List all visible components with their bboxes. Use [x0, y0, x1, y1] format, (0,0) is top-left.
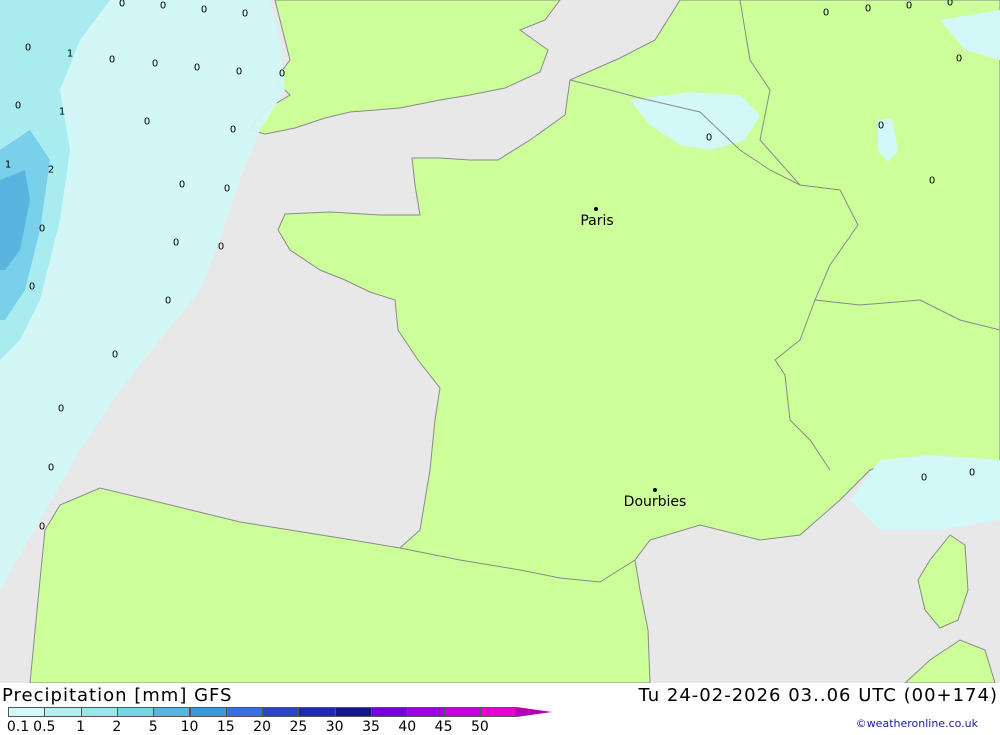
point-value: 0	[28, 281, 36, 293]
credit-link[interactable]: ©weatheronline.co.uk	[856, 717, 978, 730]
point-value: 0	[955, 53, 963, 65]
point-value: 0	[164, 295, 172, 307]
point-value: 0	[864, 3, 872, 15]
point-value: 0	[159, 0, 167, 12]
point-value: 0	[229, 124, 237, 136]
legend-swatch	[262, 707, 300, 717]
point-value: 0	[143, 116, 151, 128]
point-value: 0	[217, 241, 225, 253]
point-value: 0	[14, 100, 22, 112]
point-value: 0	[705, 132, 713, 144]
point-value: 1	[4, 159, 12, 171]
legend-swatch	[516, 707, 553, 717]
legend-swatch	[443, 707, 481, 717]
point-value: 0	[151, 58, 159, 70]
city-label-paris[interactable]: Paris	[580, 213, 613, 229]
legend-swatch	[8, 707, 46, 717]
point-value: 0	[928, 175, 936, 187]
point-value: 0	[278, 68, 286, 80]
legend-swatch	[44, 707, 82, 717]
legend-swatch	[371, 707, 409, 717]
legend-swatch	[479, 707, 518, 717]
point-value: 0	[968, 467, 976, 479]
point-value: 0	[946, 0, 954, 9]
point-value: 0	[111, 349, 119, 361]
point-value: 0	[193, 62, 201, 74]
point-value: 0	[235, 66, 243, 78]
precipitation-map[interactable]: 0 0 0 0 1 0 0 0 0 0 0 1 0 0 1 2 0 0 0 0 0 0 0 0 0 0 0 0 0 0 0 0 0 0 0 0 0 0 P…	[0, 0, 1000, 684]
map-title: Precipitation [mm] GFS	[2, 685, 233, 706]
point-value: 0	[223, 183, 231, 195]
legend-swatch	[334, 707, 372, 717]
point-value: 0	[200, 4, 208, 16]
point-value: 1	[58, 106, 66, 118]
point-value: 0	[47, 462, 55, 474]
legend-swatch	[225, 707, 264, 717]
point-value: 0	[108, 54, 116, 66]
point-value: 0	[38, 521, 46, 533]
point-value: 0	[38, 223, 46, 235]
point-value: 0	[241, 8, 249, 20]
legend-swatch	[189, 707, 227, 717]
point-value: 0	[57, 403, 65, 415]
legend-swatch	[116, 707, 155, 717]
point-value: 1	[66, 48, 74, 60]
point-value: 0	[172, 237, 180, 249]
point-value: 0	[178, 179, 186, 191]
map-canvas	[0, 0, 1000, 684]
legend-swatch	[407, 707, 445, 717]
point-value: 0	[24, 42, 32, 54]
point-value: 0	[822, 7, 830, 19]
city-label-dourbies[interactable]: Dourbies	[624, 494, 687, 510]
city-dot-paris	[594, 207, 598, 211]
point-value: 0	[118, 0, 126, 10]
legend-swatch	[298, 707, 336, 717]
legend-swatch	[80, 707, 118, 717]
legend-swatch	[153, 707, 191, 717]
valid-time: Tu 24-02-2026 03..06 UTC (00+174)	[638, 685, 998, 706]
city-dot-dourbies	[653, 488, 657, 492]
point-value: 0	[920, 472, 928, 484]
point-value: 0	[905, 0, 913, 12]
map-footer: Precipitation [mm] GFS Tu 24-02-2026 03.…	[0, 683, 1000, 735]
point-value: 0	[877, 120, 885, 132]
point-value: 2	[47, 164, 55, 176]
